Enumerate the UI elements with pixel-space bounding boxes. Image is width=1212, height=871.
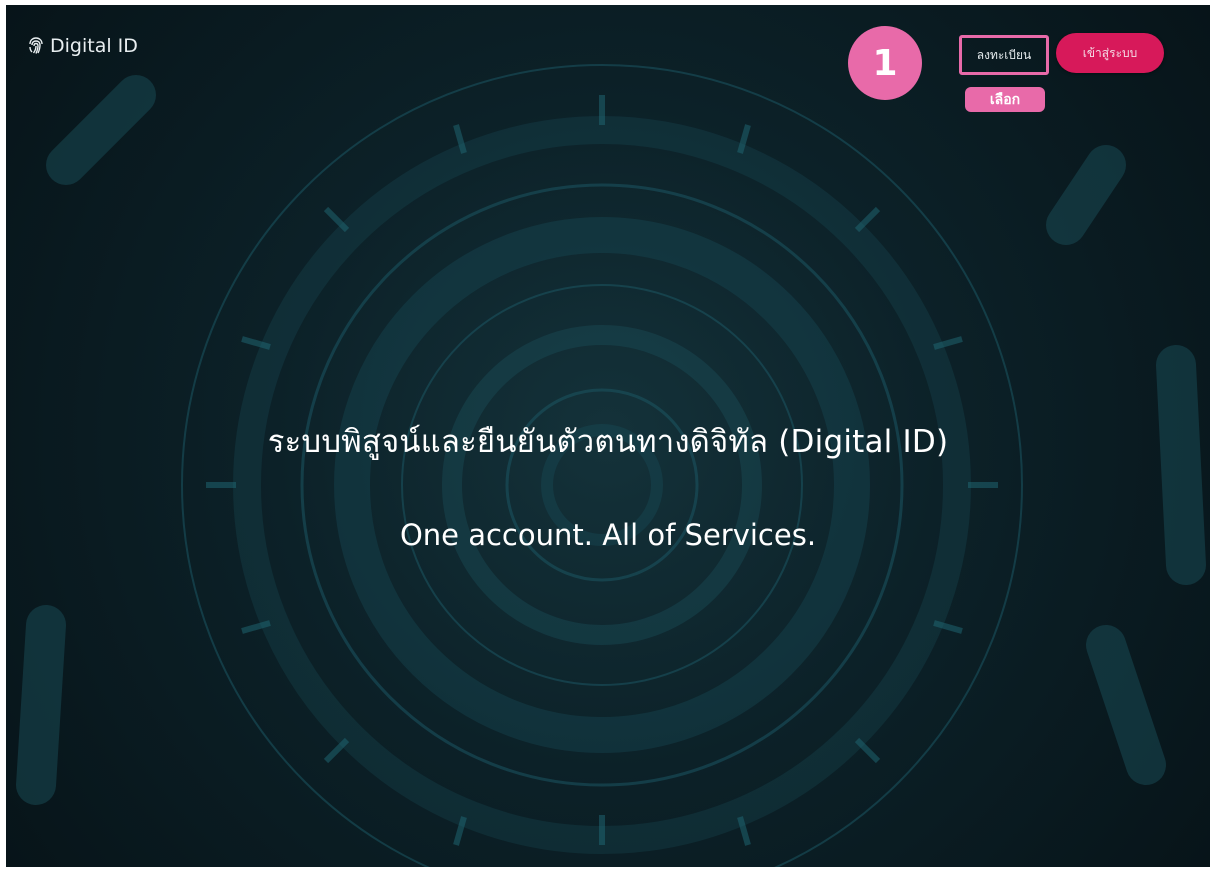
brand-name: Digital ID bbox=[50, 35, 138, 57]
brand-logo[interactable]: Digital ID bbox=[28, 35, 138, 57]
choose-annotation-tag: เลือก bbox=[965, 87, 1045, 112]
hero-subtitle: One account. All of Services. bbox=[399, 518, 817, 552]
hero-title: ระบบพิสูจน์และยืนยันตัวตนทางดิจิทัล (Dig… bbox=[267, 424, 949, 460]
fingerprint-icon bbox=[28, 37, 44, 55]
step-number-badge: 1 bbox=[848, 26, 922, 100]
register-button[interactable]: ลงทะเบียน bbox=[959, 35, 1049, 75]
login-button[interactable]: เข้าสู่ระบบ bbox=[1056, 33, 1164, 73]
page-frame: Digital ID 1 ลงทะเบียน เลือก เข้าสู่ระบบ… bbox=[6, 5, 1210, 867]
